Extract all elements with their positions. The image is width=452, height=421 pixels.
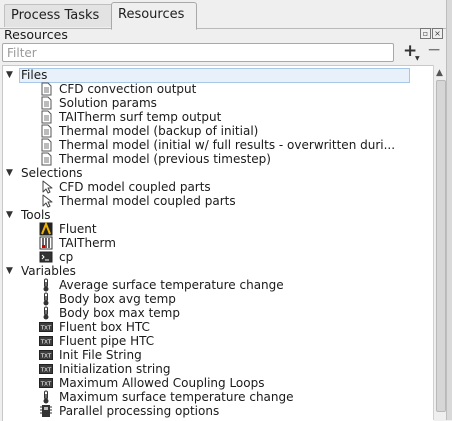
list-item[interactable]: Body box max temp [3, 306, 434, 320]
document-icon [41, 124, 52, 138]
list-item[interactable]: CFD model coupled parts [3, 180, 434, 194]
text-variable-icon: TXT [39, 336, 53, 346]
cursor-icon [42, 194, 53, 208]
item-label: Body box max temp [59, 306, 180, 320]
list-item[interactable]: CFD convection output [3, 82, 434, 96]
text-variable-icon: TXT [39, 378, 53, 388]
category-label: Files [21, 68, 48, 82]
item-label: Solution params [59, 96, 157, 110]
item-label: TAITherm surf temp output [59, 110, 222, 124]
list-item[interactable]: Thermal model (initial w/ full results -… [3, 138, 434, 152]
window-edge [446, 0, 452, 420]
item-label: cp [59, 250, 74, 264]
float-icon[interactable]: ▫ [420, 28, 431, 39]
thermometer-icon [43, 278, 49, 292]
item-label: CFD convection output [59, 82, 197, 96]
item-label: Thermal model (backup of initial) [59, 124, 259, 138]
chevron-down-icon[interactable]: ▼ [415, 55, 420, 62]
item-label: Maximum Allowed Coupling Loops [59, 376, 265, 390]
list-item[interactable]: Thermal model (previous timestep) [3, 152, 434, 166]
document-icon [41, 138, 52, 152]
list-item[interactable]: TXT Init File String [3, 348, 434, 362]
item-label: Fluent box HTC [59, 320, 150, 334]
item-label: Average surface temperature change [59, 278, 284, 292]
resource-tree[interactable]: ▼ Files CFD convection output Solution p… [2, 65, 434, 421]
fluent-icon [39, 222, 53, 236]
thermometer-icon [43, 390, 49, 404]
svg-text:TXT: TXT [40, 340, 52, 346]
item-label: Parallel processing options [59, 404, 220, 418]
cursor-icon [42, 180, 53, 194]
text-variable-icon: TXT [39, 322, 53, 332]
list-item[interactable]: Thermal model (backup of initial) [3, 124, 434, 138]
list-item[interactable]: Body box avg temp [3, 292, 434, 306]
thermometer-icon [43, 306, 49, 320]
text-variable-icon: TXT [39, 364, 53, 374]
close-icon[interactable]: × [432, 28, 443, 39]
document-icon [41, 96, 52, 110]
document-icon [41, 82, 52, 96]
remove-resource-button[interactable]: − [427, 40, 441, 60]
document-icon [41, 110, 52, 124]
item-label: Thermal model (initial w/ full results -… [59, 138, 396, 152]
list-item[interactable]: Maximum surface temperature change [3, 390, 434, 404]
category-files[interactable]: ▼ Files [3, 68, 434, 83]
item-label: Thermal model (previous timestep) [59, 152, 271, 166]
item-label: CFD model coupled parts [59, 180, 211, 194]
list-item[interactable]: TAITherm [3, 236, 434, 250]
selection-highlight [19, 68, 410, 83]
item-label: TAITherm [59, 236, 116, 250]
list-item[interactable]: Solution params [3, 96, 434, 110]
category-label: Tools [21, 208, 51, 222]
item-label: Maximum surface temperature change [59, 390, 294, 404]
item-label: Thermal model coupled parts [59, 194, 236, 208]
thermometer-icon [43, 292, 49, 306]
item-label: Fluent pipe HTC [59, 334, 155, 348]
expand-arrow-icon[interactable]: ▼ [6, 168, 13, 178]
document-icon [41, 152, 52, 166]
list-item[interactable]: Fluent [3, 222, 434, 236]
list-item[interactable]: TXT Fluent pipe HTC [3, 334, 434, 348]
panel-title: Resources [4, 27, 68, 42]
vertical-scrollbar[interactable]: ▲ [433, 65, 447, 420]
tab-process-tasks[interactable]: Process Tasks [4, 4, 114, 27]
list-item[interactable]: Thermal model coupled parts [3, 194, 434, 208]
category-label: Selections [21, 166, 83, 180]
filter-input[interactable] [2, 43, 394, 62]
item-label: Init File String [59, 348, 142, 362]
dock-buttons: ▫ × [420, 28, 444, 40]
tab-resources[interactable]: Resources [111, 2, 197, 30]
list-item[interactable]: Parallel processing options [3, 404, 434, 418]
scroll-up-icon[interactable]: ▲ [436, 68, 443, 78]
category-label: Variables [21, 264, 76, 278]
taitherm-icon [39, 236, 53, 250]
list-item[interactable]: TXT Initialization string [3, 362, 434, 376]
scrollbar-thumb[interactable] [436, 80, 446, 412]
expand-arrow-icon[interactable]: ▼ [6, 266, 13, 276]
category-selections[interactable]: ▼ Selections [3, 166, 434, 180]
svg-text:TXT: TXT [40, 368, 52, 374]
list-item[interactable]: TAITherm surf temp output [3, 110, 434, 124]
svg-text:TXT: TXT [40, 354, 52, 360]
list-item[interactable]: TXT Fluent box HTC [3, 320, 434, 334]
svg-text:TXT: TXT [40, 382, 52, 388]
expand-arrow-icon[interactable]: ▼ [6, 70, 13, 80]
item-label: Fluent [59, 222, 97, 236]
list-item[interactable]: Average surface temperature change [3, 278, 434, 292]
terminal-icon [39, 251, 53, 263]
category-tools[interactable]: ▼ Tools [3, 208, 434, 222]
list-item[interactable]: cp [3, 250, 434, 264]
svg-text:TXT: TXT [40, 326, 52, 332]
expand-arrow-icon[interactable]: ▼ [6, 210, 13, 220]
list-item[interactable]: TXT Maximum Allowed Coupling Loops [3, 376, 434, 390]
processor-icon [40, 405, 52, 417]
tab-bar: Process Tasks Resources [0, 0, 452, 30]
item-label: Body box avg temp [59, 292, 176, 306]
item-label: Initialization string [59, 362, 171, 376]
category-variables[interactable]: ▼ Variables [3, 264, 434, 278]
text-variable-icon: TXT [39, 350, 53, 360]
